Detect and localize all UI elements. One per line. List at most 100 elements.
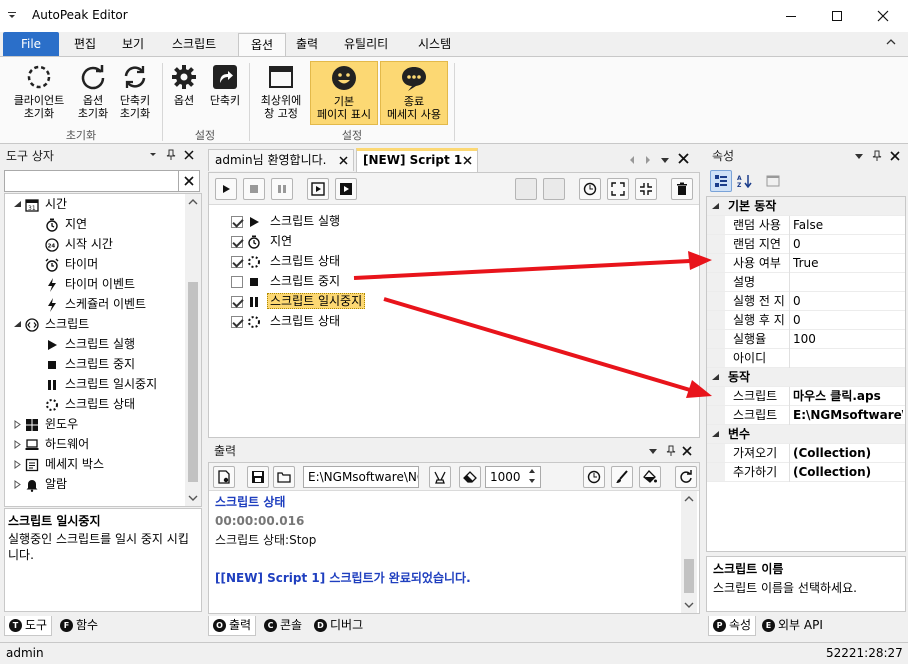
property-pages-button[interactable] [762, 170, 784, 192]
script-item[interactable]: 스크립트 실행 [231, 211, 343, 231]
reset-client-button[interactable]: 클라이언트 초기화 [6, 63, 72, 120]
property-row[interactable]: 추가하기 (Collection) [707, 463, 905, 482]
property-row[interactable]: 실행 전 지 0 [707, 292, 905, 311]
script-item-checkbox[interactable] [231, 315, 243, 328]
options-button[interactable]: 옵션 [166, 63, 202, 107]
tree-expander[interactable] [13, 474, 25, 494]
property-row[interactable]: 랜덤 사용 False [707, 216, 905, 235]
tab-script-1[interactable]: [NEW] Script 1 [356, 148, 478, 172]
property-category[interactable]: 동작 [707, 368, 905, 387]
property-row[interactable]: 설명 [707, 273, 905, 292]
script-item[interactable]: 스크립트 일시중지 [231, 291, 366, 311]
maximize-button[interactable] [814, 0, 860, 32]
timer-button[interactable] [579, 178, 601, 200]
tree-item[interactable]: 스크립트 중지 [45, 354, 135, 374]
property-row[interactable]: 사용 여부 True [707, 254, 905, 273]
log-path-input[interactable]: E:\NGMsoftware\NG [303, 466, 419, 488]
script-item[interactable]: 스크립트 상태 [231, 251, 343, 271]
pin-icon[interactable] [166, 149, 176, 161]
tree-item[interactable]: 스크립트 상태 [45, 394, 135, 414]
collapse-button[interactable] [635, 178, 657, 200]
run-button[interactable] [215, 178, 237, 200]
property-value[interactable]: False [793, 216, 903, 235]
property-category[interactable]: 기본 동작 [707, 197, 905, 216]
tab-file[interactable]: File [3, 32, 59, 56]
tab-external-api[interactable]: E 외부 API [758, 616, 827, 636]
tab-functions[interactable]: F 함수 [56, 616, 102, 636]
property-value[interactable]: (Collection) [793, 444, 903, 463]
blank-button-2[interactable] [543, 178, 565, 200]
new-log-button[interactable] [213, 466, 235, 488]
spinner-arrows-icon[interactable] [527, 467, 537, 485]
tab-output[interactable]: 출력 [284, 33, 330, 56]
dropdown-icon[interactable] [148, 149, 158, 159]
run-step-button[interactable] [307, 178, 329, 200]
scroll-thumb[interactable] [188, 282, 198, 482]
property-category[interactable]: 변수 [707, 425, 905, 444]
property-value[interactable]: (Collection) [793, 463, 903, 482]
tree-item[interactable]: 24 시작 시간 [45, 234, 113, 254]
tree-scrollbar[interactable] [185, 194, 201, 506]
alphabetical-button[interactable]: AZ [734, 170, 756, 192]
property-row[interactable]: 아이디 [707, 349, 905, 368]
tab-welcome[interactable]: admin님 환영합니다. [208, 149, 354, 171]
tree-item[interactable]: 메세지 박스 [13, 454, 104, 474]
scroll-thumb[interactable] [684, 559, 694, 593]
reset-options-button[interactable]: 옵션 초기화 [74, 63, 112, 120]
property-row[interactable]: 실행율 100 [707, 330, 905, 349]
close-icon[interactable] [184, 150, 194, 160]
script-item-checkbox[interactable] [231, 235, 243, 248]
eraser-button[interactable] [459, 466, 481, 488]
toolbox-search-input[interactable] [4, 170, 180, 192]
tree-expander[interactable] [13, 194, 25, 214]
tree-item[interactable]: 31 시간 [13, 194, 67, 214]
tree-item[interactable]: 타이머 이벤트 [45, 274, 135, 294]
pause-button[interactable] [271, 178, 293, 200]
property-value[interactable]: 0 [793, 292, 903, 311]
tree-item[interactable]: 스크립트 일시중지 [45, 374, 157, 394]
tree-item[interactable]: 알람 [13, 474, 67, 494]
tree-item[interactable]: 윈도우 [13, 414, 78, 434]
property-value[interactable]: 0 [793, 311, 903, 330]
tree-item[interactable]: 타이머 [45, 254, 98, 274]
tab-script[interactable]: 스크립트 [160, 33, 228, 56]
tree-item[interactable]: 스케쥴러 이벤트 [45, 294, 146, 314]
tree-expander[interactable] [13, 314, 25, 334]
open-folder-button[interactable] [273, 466, 295, 488]
property-value[interactable]: True [793, 254, 903, 273]
text-color-button[interactable] [611, 466, 633, 488]
quick-access-icon[interactable] [6, 9, 18, 21]
save-log-button[interactable] [247, 466, 269, 488]
shortcuts-button[interactable]: 단축키 [206, 63, 244, 107]
fill-color-button[interactable] [639, 466, 661, 488]
refresh-log-button[interactable] [675, 466, 697, 488]
clear-search-button[interactable] [178, 170, 200, 192]
script-item-checkbox[interactable] [231, 295, 243, 308]
always-on-top-button[interactable]: 최상위에 창 고정 [254, 63, 308, 120]
tab-view[interactable]: 보기 [110, 33, 156, 56]
property-row[interactable]: 랜덤 지연 0 [707, 235, 905, 254]
tab-edit[interactable]: 편집 [62, 33, 108, 56]
stop-button[interactable] [243, 178, 265, 200]
tree-item[interactable]: 하드웨어 [13, 434, 89, 454]
property-row[interactable]: 스크립트 마우스 클릭.aps [707, 387, 905, 406]
tree-item[interactable]: 지연 [45, 214, 87, 234]
close-button[interactable] [860, 0, 906, 32]
script-item-checkbox[interactable] [231, 255, 243, 268]
property-row[interactable]: 스크립트 E:\NGMsoftware\I [707, 406, 905, 425]
output-scrollbar[interactable] [681, 491, 697, 613]
script-item[interactable]: 스크립트 상태 [231, 311, 343, 331]
script-item[interactable]: 지연 [231, 231, 295, 251]
property-value[interactable]: 100 [793, 330, 903, 349]
expand-button[interactable] [607, 178, 629, 200]
property-value[interactable]: E:\NGMsoftware\I [793, 406, 903, 425]
minimize-button[interactable] [768, 0, 814, 32]
tab-tools[interactable]: T 도구 [4, 616, 53, 636]
delete-button[interactable] [671, 178, 693, 200]
script-item-checkbox[interactable] [231, 215, 243, 228]
tree-item[interactable]: 스크립트 실행 [45, 334, 135, 354]
tab-system[interactable]: 시스템 [406, 33, 463, 56]
reset-shortcuts-button[interactable]: 단축키 초기화 [114, 63, 156, 120]
tree-expander[interactable] [13, 414, 25, 434]
script-item[interactable]: 스크립트 중지 [231, 271, 343, 291]
